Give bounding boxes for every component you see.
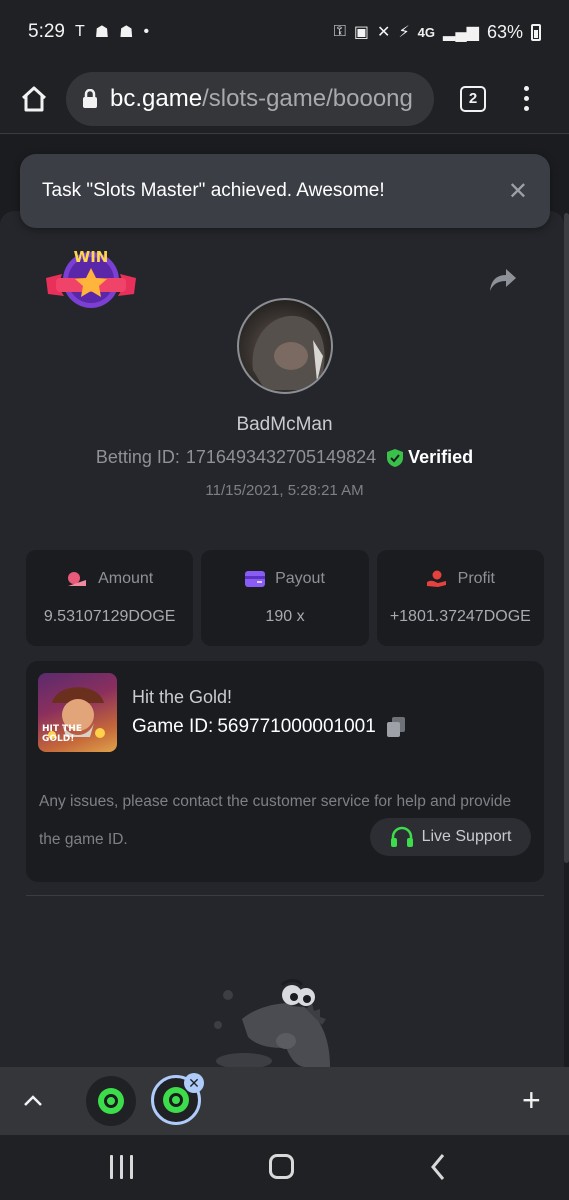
- betting-id-label: Betting ID:: [95, 447, 180, 467]
- nav-home-button[interactable]: [269, 1154, 294, 1179]
- betting-id-row: Betting ID: 1716493432705149824 Verified: [0, 447, 569, 468]
- expand-tabs-button[interactable]: [18, 1086, 48, 1116]
- back-button[interactable]: [430, 1153, 446, 1181]
- section-divider: [26, 895, 544, 896]
- tab-thumbnail-1[interactable]: [86, 1076, 136, 1126]
- win-badge-text: WIN: [74, 248, 109, 266]
- live-support-button[interactable]: Live Support: [370, 818, 531, 856]
- notification-dot-icon: •: [143, 23, 150, 40]
- username: BadMcMan: [236, 414, 333, 435]
- lock-status-icon: ▣: [353, 24, 370, 41]
- url-host: bc.game: [110, 84, 203, 112]
- chevron-up-icon: [24, 1095, 42, 1106]
- avatar: [237, 298, 333, 394]
- network-type: 4G: [417, 24, 436, 40]
- copy-icon[interactable]: [386, 716, 406, 738]
- menu-dot-icon: [524, 86, 529, 91]
- home-icon: [21, 86, 47, 111]
- stat-amount: Amount 9.53107129DOGE: [26, 550, 194, 646]
- data-saver-icon: ⚡: [398, 24, 410, 41]
- status-bar: 5:29 T ☗ ☗ • ⚿ ▣ ✕ ⚡ 4G ▂▄▆ 63%: [0, 0, 569, 64]
- game-id-label: Game ID:: [132, 716, 214, 737]
- stat-amount-value: 9.53107129DOGE: [43, 608, 176, 625]
- game-id-value: 569771000001001: [217, 716, 376, 737]
- stat-profit: Profit +1801.37247DOGE: [376, 550, 544, 646]
- browser-toolbar: bc.game/slots-game/booong 2: [0, 64, 569, 134]
- profit-icon: [426, 570, 446, 587]
- stat-amount-label: Amount: [98, 570, 154, 587]
- avatar-photo-icon: [252, 315, 325, 390]
- system-nav-bar: [0, 1135, 569, 1200]
- toast-message: Task "Slots Master" achieved. Awesome!: [42, 180, 385, 201]
- tesla-icon: T: [74, 23, 85, 40]
- snapchat-icon: ☗: [94, 24, 110, 41]
- game-thumbnail[interactable]: HIT THE GOLD!: [38, 673, 117, 752]
- status-time: 5:29: [28, 21, 65, 42]
- stat-payout: Payout 190 x: [201, 550, 369, 646]
- browser-menu-button[interactable]: [524, 86, 529, 111]
- game-name[interactable]: Hit the Gold!: [132, 687, 232, 708]
- live-support-label: Live Support: [421, 828, 512, 845]
- achievement-toast: Task "Slots Master" achieved. Awesome! ✕: [20, 154, 550, 228]
- menu-dot-icon: [524, 106, 529, 111]
- home-button[interactable]: [14, 79, 54, 119]
- stat-profit-value: +1801.37247DOGE: [389, 608, 531, 625]
- signal-icon: ▂▄▆: [443, 24, 479, 41]
- url-path: /slots-game/booong: [202, 84, 413, 112]
- bcgame-favicon-icon: [163, 1087, 189, 1113]
- stat-profit-label: Profit: [457, 570, 495, 587]
- tab-strip: ✕ +: [0, 1067, 569, 1135]
- verified-label: Verified: [408, 447, 474, 467]
- payout-icon: [245, 571, 266, 587]
- mute-icon: ✕: [377, 24, 391, 41]
- betting-id-value: 1716493432705149824: [185, 447, 377, 467]
- bet-timestamp: 11/15/2021, 5:28:21 AM: [205, 482, 364, 499]
- recent-bar-icon: [130, 1155, 133, 1179]
- verified-badge: Verified: [386, 447, 473, 468]
- menu-dot-icon: [524, 96, 529, 101]
- address-bar[interactable]: bc.game/slots-game/booong: [66, 71, 434, 126]
- recent-apps-button[interactable]: [110, 1155, 133, 1179]
- verified-shield-icon: [387, 448, 404, 467]
- game-info-box: HIT THE GOLD! Hit the Gold! Game ID: 569…: [26, 661, 544, 882]
- amount-icon: [68, 572, 87, 586]
- bet-stats: Amount 9.53107129DOGE Payout 190 x Profi…: [26, 550, 544, 646]
- snapchat-icon-2: ☗: [119, 24, 134, 41]
- battery-percent: 63%: [486, 21, 523, 42]
- web-page: Task "Slots Master" achieved. Awesome! ✕…: [0, 135, 569, 1067]
- win-badge-icon: WIN: [46, 248, 136, 308]
- stat-payout-label: Payout: [275, 570, 325, 587]
- game-id-row: Game ID: 569771000001001: [132, 716, 406, 738]
- recent-bar-icon: [110, 1155, 113, 1179]
- toast-close-button[interactable]: ✕: [508, 177, 528, 206]
- new-tab-button[interactable]: +: [522, 1084, 541, 1116]
- stat-payout-value: 190 x: [265, 608, 305, 625]
- lock-icon: [82, 88, 98, 109]
- recent-bar-icon: [120, 1155, 123, 1179]
- headset-icon: [390, 826, 413, 847]
- page-scrollbar[interactable]: [564, 213, 569, 863]
- close-tab-button[interactable]: ✕: [184, 1073, 204, 1093]
- bcgame-favicon-icon: [98, 1088, 124, 1114]
- battery-icon: [531, 23, 541, 41]
- game-thumb-title: HIT THE GOLD!: [42, 724, 82, 744]
- key-icon: ⚿: [333, 23, 346, 40]
- share-icon[interactable]: [488, 267, 518, 293]
- tab-switcher-button[interactable]: 2: [460, 85, 486, 112]
- crocodile-mascot-icon: [214, 979, 330, 1067]
